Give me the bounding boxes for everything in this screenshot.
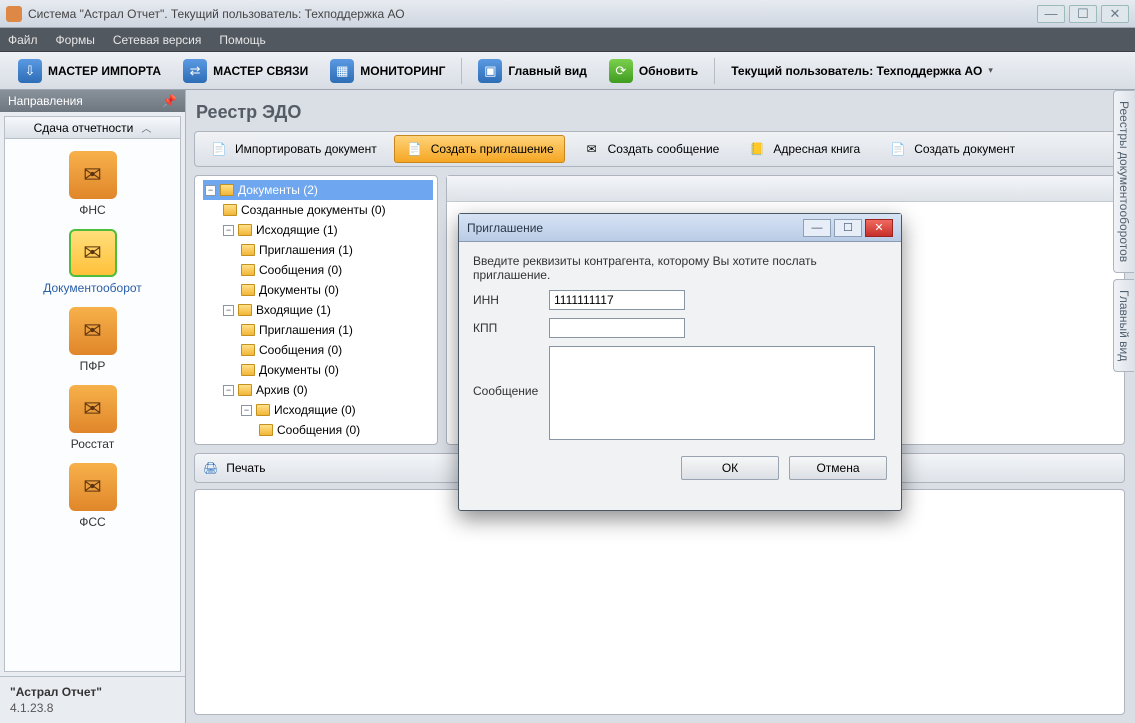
address-book-button[interactable]: 📒 Адресная книга (736, 135, 871, 163)
rosstat-icon: ✉ (69, 385, 117, 433)
import-document-button[interactable]: 📄 Импортировать документ (198, 135, 388, 163)
nav-pfr[interactable]: ✉ ПФР (5, 301, 180, 379)
fns-icon: ✉ (69, 151, 117, 199)
refresh-button[interactable]: ⟳ Обновить (599, 56, 708, 86)
message-textarea[interactable] (549, 346, 875, 440)
create-document-button[interactable]: 📄 Создать документ (877, 135, 1026, 163)
cancel-button[interactable]: Отмена (789, 456, 887, 480)
chevron-up-icon: ︿ (141, 120, 151, 135)
message-icon: ✉ (582, 140, 602, 158)
doc-flow-icon: ✉ (69, 229, 117, 277)
side-tab-mainview[interactable]: Главный вид (1113, 279, 1134, 372)
grid-icon: ▦ (330, 59, 354, 83)
inn-input[interactable] (549, 290, 685, 310)
import-master-button[interactable]: ⇩ МАСТЕР ИМПОРТА (8, 56, 171, 86)
ok-button[interactable]: ОК (681, 456, 779, 480)
product-version: 4.1.23.8 (10, 701, 175, 715)
invitation-dialog: Приглашение — ☐ ✕ Введите реквизиты конт… (458, 213, 902, 511)
tree-arch-out[interactable]: −Исходящие (0) (239, 400, 433, 420)
kpp-label: КПП (473, 318, 549, 335)
current-user-dropdown[interactable]: Текущий пользователь: Техподдержка АО ▾ (721, 56, 1003, 86)
nav-fss[interactable]: ✉ ФСС (5, 457, 180, 535)
nav-rosstat[interactable]: ✉ Росстат (5, 379, 180, 457)
dialog-maximize-button[interactable]: ☐ (834, 219, 862, 237)
create-invitation-button[interactable]: 📄 Создать приглашение (394, 135, 565, 163)
pfr-icon: ✉ (69, 307, 117, 355)
fss-icon: ✉ (69, 463, 117, 511)
dialog-close-button[interactable]: ✕ (865, 219, 893, 237)
tree-outgoing[interactable]: −Исходящие (1) (221, 220, 433, 240)
tree-archive[interactable]: −Архив (0) (221, 380, 433, 400)
tree-incoming[interactable]: −Входящие (1) (221, 300, 433, 320)
left-pane: Направления 📌 Сдача отчетности ︿ ✉ ФНС ✉… (0, 90, 186, 723)
tree-in-docs[interactable]: Документы (0) (239, 360, 433, 380)
address-book-icon: 📒 (747, 140, 767, 158)
tree-out-messages[interactable]: Сообщения (0) (239, 260, 433, 280)
tree-created-docs[interactable]: Созданные документы (0) (221, 200, 433, 220)
page-title: Реестр ЭДО (196, 102, 1123, 123)
product-name: "Астрал Отчет" (10, 685, 175, 699)
minimize-button[interactable]: — (1037, 5, 1065, 23)
message-label: Сообщение (473, 346, 549, 398)
nav-documentooborot[interactable]: ✉ Документооборот (5, 223, 180, 301)
create-message-button[interactable]: ✉ Создать сообщение (571, 135, 731, 163)
kpp-input[interactable] (549, 318, 685, 338)
menu-forms[interactable]: Формы (56, 33, 95, 47)
refresh-icon: ⟳ (609, 59, 633, 83)
documents-tree[interactable]: −Документы (2) Созданные документы (0) −… (194, 175, 438, 445)
tree-root[interactable]: −Документы (2) (203, 180, 433, 200)
product-info: "Астрал Отчет" 4.1.23.8 (0, 676, 185, 723)
create-doc-icon: 📄 (888, 140, 908, 158)
menu-network[interactable]: Сетевая версия (113, 33, 202, 47)
comm-master-button[interactable]: ⇄ МАСТЕР СВЯЗИ (173, 56, 318, 86)
print-icon[interactable]: 🖨 (203, 461, 218, 475)
preview-area (194, 489, 1125, 715)
import-doc-icon: 📄 (209, 140, 229, 158)
tree-in-messages[interactable]: Сообщения (0) (239, 340, 433, 360)
page-toolbar: 📄 Импортировать документ 📄 Создать пригл… (194, 131, 1125, 167)
dialog-title: Приглашение (467, 221, 800, 235)
tree-out-invites[interactable]: Приглашения (1) (239, 240, 433, 260)
menu-bar: Файл Формы Сетевая версия Помощь (0, 28, 1135, 52)
maximize-button[interactable]: ☐ (1069, 5, 1097, 23)
tree-in-invites[interactable]: Приглашения (1) (239, 320, 433, 340)
home-icon: ▣ (478, 59, 502, 83)
dialog-prompt: Введите реквизиты контрагента, которому … (473, 254, 887, 282)
nav-fns[interactable]: ✉ ФНС (5, 145, 180, 223)
main-toolbar: ⇩ МАСТЕР ИМПОРТА ⇄ МАСТЕР СВЯЗИ ▦ МОНИТО… (0, 52, 1135, 90)
window-title: Система "Астрал Отчет". Текущий пользова… (28, 7, 1037, 21)
app-icon (6, 6, 22, 22)
dialog-titlebar[interactable]: Приглашение — ☐ ✕ (459, 214, 901, 242)
detail-toolbar (447, 176, 1124, 202)
menu-file[interactable]: Файл (8, 33, 38, 47)
menu-help[interactable]: Помощь (219, 33, 265, 47)
monitoring-button[interactable]: ▦ МОНИТОРИНГ (320, 56, 455, 86)
window-titlebar: Система "Астрал Отчет". Текущий пользова… (0, 0, 1135, 28)
side-tab-registries[interactable]: Реестры документооборотов (1113, 90, 1134, 273)
sync-icon: ⇄ (183, 59, 207, 83)
print-label[interactable]: Печать (226, 461, 265, 475)
invite-icon: 📄 (405, 140, 425, 158)
inn-label: ИНН (473, 290, 549, 307)
import-icon: ⇩ (18, 59, 42, 83)
main-view-button[interactable]: ▣ Главный вид (468, 56, 596, 86)
tree-arch-out-msg[interactable]: Сообщения (0) (257, 420, 433, 440)
chevron-down-icon: ▾ (988, 65, 993, 76)
close-button[interactable]: ✕ (1101, 5, 1129, 23)
directions-panel-header: Направления 📌 (0, 90, 185, 112)
tree-out-docs[interactable]: Документы (0) (239, 280, 433, 300)
dialog-minimize-button[interactable]: — (803, 219, 831, 237)
pin-icon[interactable]: 📌 (162, 94, 177, 108)
reporting-section-header[interactable]: Сдача отчетности ︿ (5, 117, 180, 139)
